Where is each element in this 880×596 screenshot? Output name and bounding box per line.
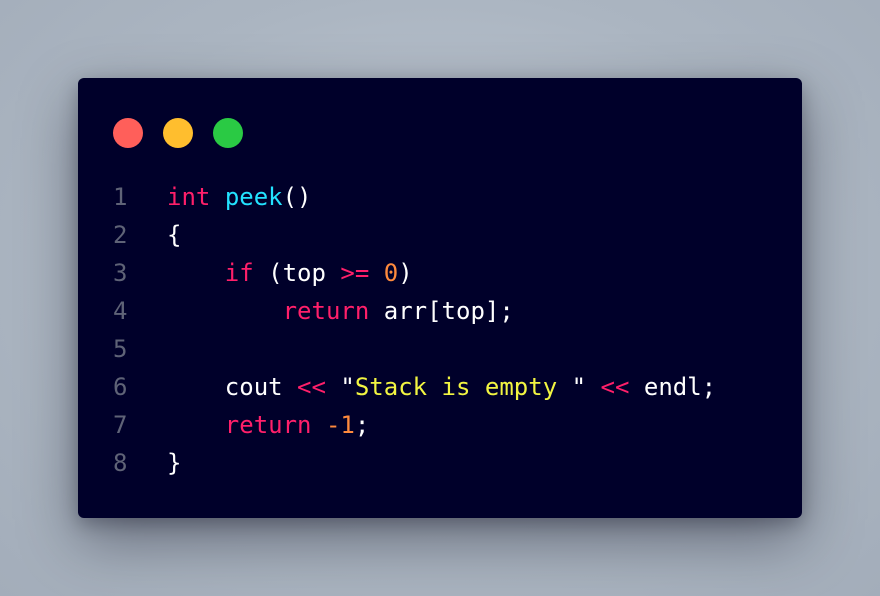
line-number: 3 xyxy=(113,259,128,287)
code-token: 0 xyxy=(383,259,399,287)
code-token: Stack is empty xyxy=(354,373,558,401)
line-number: 7 xyxy=(113,411,128,439)
code-text: cout << "Stack is empty " << endl; xyxy=(167,368,716,406)
code-token: int xyxy=(167,183,211,211)
minimize-dot[interactable] xyxy=(163,118,193,148)
code-token: peek xyxy=(224,183,283,211)
code-token: endl; xyxy=(629,373,717,401)
code-text: int peek() xyxy=(167,178,312,216)
line-number: 5 xyxy=(113,335,128,363)
code-text: return -1; xyxy=(167,406,370,444)
code-token: cout xyxy=(167,373,298,401)
code-token: << xyxy=(297,373,326,401)
line-number: 1 xyxy=(113,183,128,211)
code-window: 1 int peek() 2 {3 if (top >= 0) 4 return arr… xyxy=(78,78,802,518)
code-token: -1 xyxy=(325,411,355,439)
code-text: { xyxy=(167,216,181,254)
code-token: { xyxy=(167,221,182,249)
code-token: return xyxy=(282,297,370,325)
line-number: 4 xyxy=(113,297,128,325)
code-token: () xyxy=(282,183,312,211)
line-number: 2 xyxy=(113,221,128,249)
code-token: ; xyxy=(354,411,370,439)
code-token: >= xyxy=(340,259,370,287)
maximize-dot[interactable] xyxy=(213,118,243,148)
code-token: << xyxy=(600,373,630,401)
code-token: ) xyxy=(398,259,413,287)
code-token: if xyxy=(224,259,254,287)
code-token: arr[top]; xyxy=(369,297,514,325)
code-token: } xyxy=(167,449,182,477)
line-number: 8 xyxy=(113,449,128,477)
code-text: return arr[top]; xyxy=(167,292,514,330)
code-text: } xyxy=(167,444,181,482)
line-number: 6 xyxy=(113,373,128,401)
code-text: if (top >= 0) xyxy=(167,254,413,292)
code-token: return xyxy=(224,411,312,439)
code-token: " xyxy=(557,373,601,401)
close-dot[interactable] xyxy=(113,118,143,148)
code-token: (top xyxy=(253,259,341,287)
code-token: " xyxy=(325,373,355,401)
